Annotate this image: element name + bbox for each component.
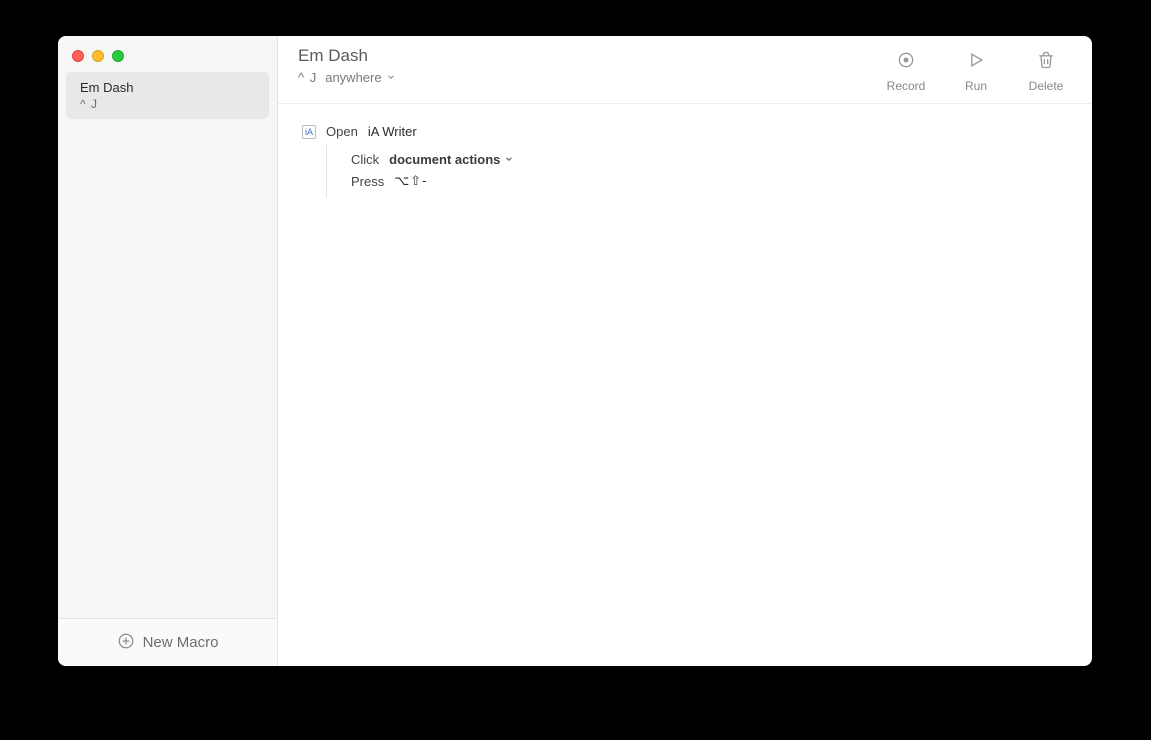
macro-list-item[interactable]: Em Dash ^ J xyxy=(66,72,269,119)
macro-subheader: ^ J anywhere xyxy=(298,70,396,85)
step-open[interactable]: iA Open iA Writer xyxy=(302,122,1068,141)
app-window: Em Dash ^ J New Macro Em Dash ^ J xyxy=(58,36,1092,666)
run-button[interactable]: Run xyxy=(956,50,996,93)
record-button[interactable]: Record xyxy=(886,50,926,93)
scope-label: anywhere xyxy=(325,70,381,85)
scope-dropdown[interactable]: anywhere xyxy=(325,70,395,85)
step-verb: Open xyxy=(326,124,358,139)
click-target-dropdown[interactable]: document actions xyxy=(389,152,514,167)
macro-item-title: Em Dash xyxy=(80,80,257,95)
step-press[interactable]: Press ⌥⇧- xyxy=(351,170,1068,192)
plus-circle-icon xyxy=(117,632,135,654)
step-click[interactable]: Click document actions xyxy=(351,149,1068,170)
chevron-down-icon xyxy=(386,70,396,85)
sub-steps: Click document actions Press ⌥⇧- xyxy=(326,145,1068,198)
play-icon xyxy=(966,50,986,73)
delete-button[interactable]: Delete xyxy=(1026,50,1066,93)
sidebar: Em Dash ^ J New Macro xyxy=(58,36,278,666)
main-panel: Em Dash ^ J anywhere xyxy=(278,36,1092,666)
macro-list: Em Dash ^ J xyxy=(58,72,277,618)
step-verb: Click xyxy=(351,152,379,167)
window-zoom-button[interactable] xyxy=(112,50,124,62)
run-label: Run xyxy=(965,79,987,93)
window-controls xyxy=(58,36,277,72)
delete-label: Delete xyxy=(1029,79,1064,93)
trash-icon xyxy=(1036,50,1056,73)
chevron-down-icon xyxy=(504,152,514,167)
macro-item-shortcut: ^ J xyxy=(80,97,257,111)
window-minimize-button[interactable] xyxy=(92,50,104,62)
step-target: iA Writer xyxy=(368,124,417,139)
macro-header: Em Dash ^ J anywhere xyxy=(278,36,1092,104)
macro-steps: iA Open iA Writer Click document actions… xyxy=(278,104,1092,666)
click-target-label: document actions xyxy=(389,152,500,167)
toolbar: Record Run xyxy=(886,46,1066,93)
key-combo: ⌥⇧- xyxy=(394,173,427,189)
window-close-button[interactable] xyxy=(72,50,84,62)
new-macro-label: New Macro xyxy=(143,634,219,651)
step-verb: Press xyxy=(351,174,384,189)
macro-shortcut: ^ J xyxy=(298,70,317,85)
app-icon: iA xyxy=(302,125,316,139)
macro-title: Em Dash xyxy=(298,46,396,66)
record-icon xyxy=(896,50,916,73)
new-macro-button[interactable]: New Macro xyxy=(58,618,277,666)
record-label: Record xyxy=(887,79,926,93)
